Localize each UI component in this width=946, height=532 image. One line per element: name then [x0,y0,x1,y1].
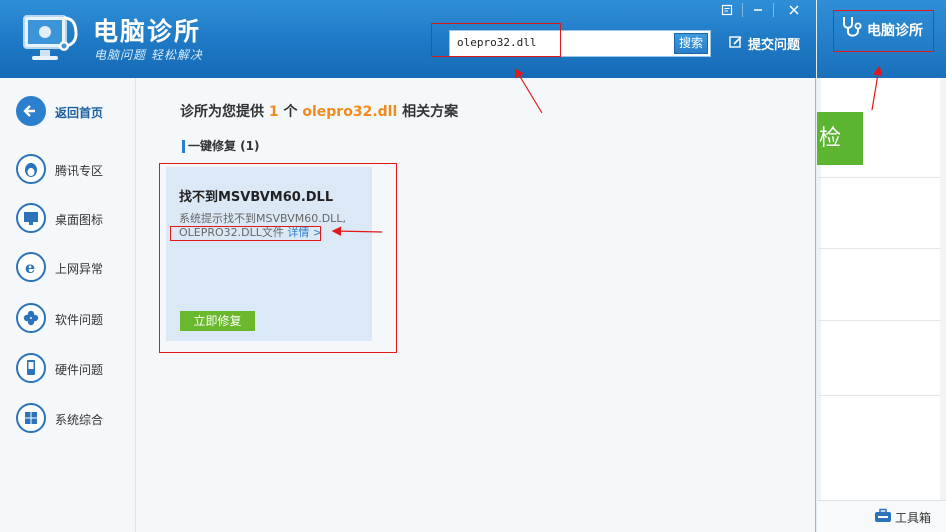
qq-penguin-icon [16,154,46,184]
annotation-filename-highlight [170,226,321,241]
software-flower-icon [16,303,46,333]
header-bar: 电脑诊所 电脑问题 轻松解决 olepro32.dll 搜索 提交问题 [0,0,816,78]
back-arrow-icon [16,96,46,126]
headline-suffix: 相关方案 [402,104,459,120]
sidebar-item-label: 腾讯专区 [55,164,104,178]
sidebar-item-home[interactable]: 返回首页 [16,96,131,128]
submit-problem-label: 提交问题 [748,38,801,53]
windows-logo-icon [16,403,46,433]
annotation-brand-highlight [833,10,934,52]
headline-prefix: 诊所为您提供 [180,104,264,120]
sidebar-item-system[interactable]: 系统综合 [16,403,131,435]
annotation-card-highlight [159,163,397,353]
submit-problem-button[interactable]: 提交问题 [729,34,800,53]
logo-monitor-stethoscope-icon [23,15,78,60]
search-button[interactable]: 搜索 [674,33,708,54]
toolbox-button[interactable]: 工具箱 [895,509,931,526]
divider [817,395,946,396]
divider [817,320,946,321]
ie-browser-icon: e [16,252,46,282]
scrollbar[interactable] [940,78,946,532]
results-headline: 诊所为您提供 1 个 olepro32.dll 相关方案 [180,101,458,121]
section-title: 一键修复 (1) [182,140,260,153]
sidebar-item-label: 软件问题 [55,313,104,327]
control-separator [742,3,743,17]
sidebar-item-desktop-icons[interactable]: 桌面图标 [16,203,131,235]
scan-button[interactable]: 检 [817,112,863,165]
annotation-search-highlight [431,23,561,57]
main-window: 电脑诊所 电脑问题 轻松解决 olepro32.dll 搜索 提交问题 返回首页… [0,0,816,532]
sidebar-item-software[interactable]: 软件问题 [16,303,131,335]
toolbox-icon [875,508,891,522]
brand-title: 电脑诊所 [93,17,202,46]
svg-text:e: e [25,258,35,277]
sidebar-item-label: 硬件问题 [55,363,104,377]
sidebar-item-label: 返回首页 [55,106,104,120]
feedback-icon[interactable] [718,4,736,18]
control-separator [773,3,774,17]
sidebar-item-label: 系统综合 [55,413,104,427]
monitor-icon [16,203,46,233]
brand-subtitle: 电脑问题 轻松解决 [94,48,203,62]
headline-mid: 个 [283,104,298,120]
sidebar-item-network[interactable]: e 上网异常 [16,252,131,284]
hardware-phone-icon [16,353,46,383]
sidebar-item-tencent[interactable]: 腾讯专区 [16,154,131,186]
edit-icon [729,36,742,48]
close-icon[interactable] [785,4,803,18]
search-keyword: olepro32.dll [302,104,398,120]
sidebar: 返回首页 腾讯专区 桌面图标 e 上网异常 软件问题 硬件问题 系统综合 [0,78,136,532]
sidebar-item-label: 上网异常 [55,262,104,276]
divider [817,248,946,249]
minimize-icon[interactable] [749,4,767,18]
sidebar-item-label: 桌面图标 [55,213,104,227]
divider [817,177,946,178]
result-count: 1 [268,104,279,120]
sidebar-item-hardware[interactable]: 硬件问题 [16,353,131,385]
right-panel: 电脑诊所 检 工具箱 [817,0,946,532]
